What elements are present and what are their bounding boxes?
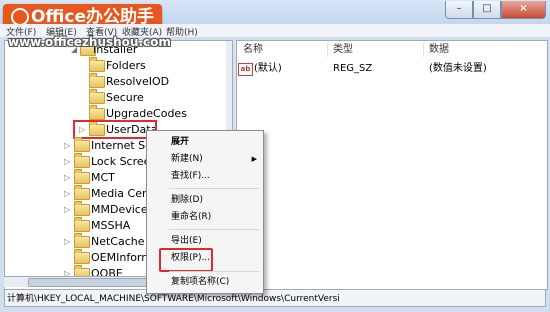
menu-item-delete[interactable]: 删除(D) [147,192,263,209]
submenu-arrow-icon: ▶ [251,155,257,163]
column-header-data[interactable]: 数据 [429,41,449,59]
folder-icon [74,137,90,152]
string-value-icon: ab [238,63,253,76]
tree-item-label: MCT [91,171,115,184]
menu-item-expand[interactable]: 展开 [147,134,263,151]
menu-item-rename[interactable]: 重命名(R) [147,209,263,226]
values-list[interactable]: 名称 类型 数据 ab (默认) REG_SZ (数值未设置) [236,40,548,290]
folder-icon [74,185,90,200]
folder-icon [74,217,90,232]
tree-item-label: NetCache [91,235,145,248]
folder-icon [74,249,90,264]
context-menu: 展开 新建(N) ▶ 查找(F)... 删除(D) 重命名(R) 导出(E) 权限… [146,130,264,294]
expand-icon[interactable]: ▷ [64,137,72,154]
menu-item-label: 新建(N) [171,154,203,164]
tree-item-label: ResolveIOD [106,75,170,88]
permissions-highlight-box [159,248,213,272]
tree-item-label: OEMInform [91,251,152,264]
maximize-button[interactable]: □ [473,1,501,19]
column-header-type[interactable]: 类型 [333,41,353,59]
folder-icon [74,169,90,184]
tree-item-label: Folders [106,59,146,72]
window-controls: – □ × [445,1,546,19]
expand-icon[interactable]: ▷ [64,153,72,170]
column-divider[interactable] [327,43,328,57]
expand-icon[interactable]: ▷ [64,185,72,202]
status-bar-path: 计算机\HKEY_LOCAL_MACHINE\SOFTWARE\Microsof… [4,289,546,307]
folder-icon [89,89,105,104]
value-row-default[interactable]: ab (默认) REG_SZ (数值未设置) [237,61,547,77]
expand-icon[interactable]: ▷ [64,169,72,186]
column-divider[interactable] [423,43,424,57]
folder-icon [89,105,105,120]
folder-icon [74,233,90,248]
minimize-button[interactable]: – [445,1,473,19]
folder-icon [74,153,90,168]
folder-icon [89,73,105,88]
menu-item-find[interactable]: 查找(F)... [147,168,263,185]
column-header-name[interactable]: 名称 [243,41,263,59]
tree-item-label: Secure [106,91,144,104]
menu-separator [169,271,259,272]
menu-item-new[interactable]: 新建(N) ▶ [147,151,263,168]
watermark-url: www.officezhushou.com [8,35,171,49]
tree-item-label: MMDevices [91,203,154,216]
value-type: REG_SZ [333,63,373,74]
tree-item-label: Media Cent [91,187,154,200]
menu-item-copy-key-name[interactable]: 复制项名称(C) [147,274,263,291]
expand-icon[interactable]: ▷ [64,201,72,218]
close-button[interactable]: × [501,1,546,19]
menu-separator [169,188,259,189]
menu-separator [169,229,259,230]
tree-item-label: MSSHA [91,219,131,232]
folder-icon [74,201,90,216]
folder-icon [89,57,105,72]
expand-icon[interactable]: ▷ [64,233,72,250]
value-data: (数值未设置) [429,63,487,74]
value-name: (默认) [254,63,282,74]
